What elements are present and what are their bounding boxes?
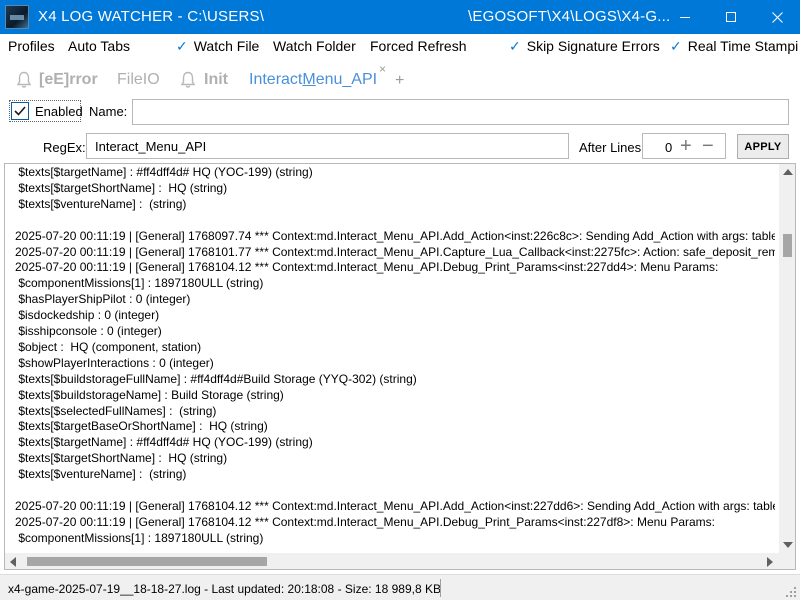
title-bar: X4 LOG WATCHER - C:\USERS\ \EGOSOFT\X4\L… [0,0,800,34]
menu-forced-refresh[interactable]: Forced Refresh [370,38,466,54]
menu-watch-file[interactable]: ✓ Watch File [176,38,259,55]
enabled-label[interactable]: Enabled [35,104,83,119]
scroll-down-icon[interactable] [783,542,793,548]
bell-icon [16,71,32,88]
minimize-button[interactable] [662,0,708,34]
log-line: 2025-07-20 00:11:19 | [General] 1768104.… [15,514,715,529]
scroll-left-icon[interactable] [10,557,16,567]
menu-watch-file-label: Watch File [193,38,260,54]
close-icon [771,11,783,23]
menu-bar: Profiles Auto Tabs ✓ Watch File Watch Fol… [0,34,800,58]
minimize-icon [680,16,690,18]
log-line: 2025-07-20 00:11:19 | [General] 1768104.… [15,498,775,513]
menu-watch-folder[interactable]: Watch Folder [273,38,356,54]
tab-label-part: Interact [249,71,303,88]
check-icon: ✓ [176,38,188,54]
log-line: $texts[$targetName] : #ff4dff4d# HQ (YOC… [15,435,313,450]
log-line: $isdockedship : 0 (integer) [15,308,160,323]
after-lines-stepper[interactable]: 0 + − [642,133,726,159]
horizontal-scroll-thumb[interactable] [27,557,267,566]
log-line: $texts[$targetShortName] : HQ (string) [15,451,228,466]
name-input[interactable] [132,99,789,125]
tab-init[interactable]: Init [204,71,228,89]
scrollbar-corner [779,553,795,569]
log-line: $texts[$selectedFullNames] : (string) [15,403,217,418]
app-icon [5,5,29,29]
log-line: $texts[$ventureName] : (string) [15,196,187,211]
horizontal-scrollbar[interactable] [5,553,779,569]
regex-input[interactable]: Interact_Menu_API [86,133,569,159]
log-lines: $texts[$targetName] : #ff4dff4d# HQ (YOC… [15,164,775,549]
maximize-button[interactable] [708,0,754,34]
resize-grip-icon[interactable] [786,587,796,597]
scroll-right-icon[interactable] [767,557,773,567]
log-line: $texts[$ventureName] : (string) [15,467,187,482]
log-line: 2025-07-20 00:11:19 | [General] 1768097.… [15,228,775,243]
log-view[interactable]: $texts[$targetName] : #ff4dff4d# HQ (YOC… [4,163,796,570]
decrement-button[interactable]: − [702,135,714,158]
log-line: $texts[$buildstorageFullName] : #ff4dff4… [15,371,417,386]
vertical-scrollbar[interactable] [779,164,795,553]
add-tab-icon[interactable]: + [395,72,404,90]
bell-icon [180,71,196,88]
window-title: X4 LOG WATCHER - C:\USERS\ [38,8,265,25]
tab-close-icon[interactable]: × [379,62,386,76]
log-line: 2025-07-20 00:11:19 | [General] 1768101.… [15,244,775,259]
status-separator [440,579,441,597]
log-line: $componentMissions[1] : 1897180ULL (stri… [15,276,264,291]
menu-real-time-stamping[interactable]: ✓ Real Time Stampi [670,38,798,55]
check-icon [14,106,26,116]
menu-skip-signature-errors[interactable]: ✓ Skip Signature Errors [509,38,660,55]
log-line: $texts[$buildstorageName] : Build Storag… [15,387,284,402]
apply-button[interactable]: APPLY [737,134,789,159]
window-title-path: \EGOSOFT\X4\LOGS\X4-G... [468,8,671,25]
regex-label: RegEx: [43,140,86,155]
log-line: $texts[$targetName] : #ff4dff4d# HQ (YOC… [15,165,313,179]
vertical-scroll-thumb[interactable] [783,234,792,257]
maximize-icon [726,12,736,22]
increment-button[interactable]: + [680,135,692,158]
scroll-up-icon[interactable] [783,169,793,175]
tab-interact-menu-api[interactable]: InteractMenu_API [249,71,377,89]
log-line: $object : HQ (component, station) [15,339,202,354]
name-label: Name: [89,104,128,119]
log-line: 2025-07-20 00:11:19 | [General] 1768104.… [15,260,719,275]
log-line: $texts[$targetBaseOrShortName] : HQ (str… [15,419,268,434]
enabled-checkbox[interactable] [11,102,29,120]
log-line: $isshipconsole : 0 (integer) [15,324,162,338]
log-line: $showPlayerInteractions : 0 (integer) [15,355,214,370]
tab-error[interactable]: [eE]rror [39,71,98,89]
check-icon: ✓ [509,38,521,54]
menu-auto-tabs[interactable]: Auto Tabs [68,38,130,54]
check-icon: ✓ [670,38,682,54]
tab-fileio[interactable]: FileIO [117,71,160,89]
tab-label-accelerator: M [302,71,316,88]
tab-label-part: enu_API [315,71,378,88]
menu-real-time-stamping-label: Real Time Stampi [687,38,799,54]
log-line: $hasPlayerShipPilot : 0 (integer) [15,292,191,307]
after-lines-label: After Lines: [579,140,645,155]
log-line: $texts[$targetShortName] : HQ (string) [15,180,228,195]
status-bar: x4-game-2025-07-19__18-18-27.log - Last … [0,574,800,600]
log-line: $componentMissions[1] : 1897180ULL (stri… [15,530,264,545]
menu-profiles[interactable]: Profiles [8,38,55,54]
after-lines-value[interactable]: 0 [665,140,672,155]
status-text: x4-game-2025-07-19__18-18-27.log - Last … [8,582,441,596]
menu-skip-signature-errors-label: Skip Signature Errors [526,38,660,54]
close-button[interactable] [754,0,800,34]
